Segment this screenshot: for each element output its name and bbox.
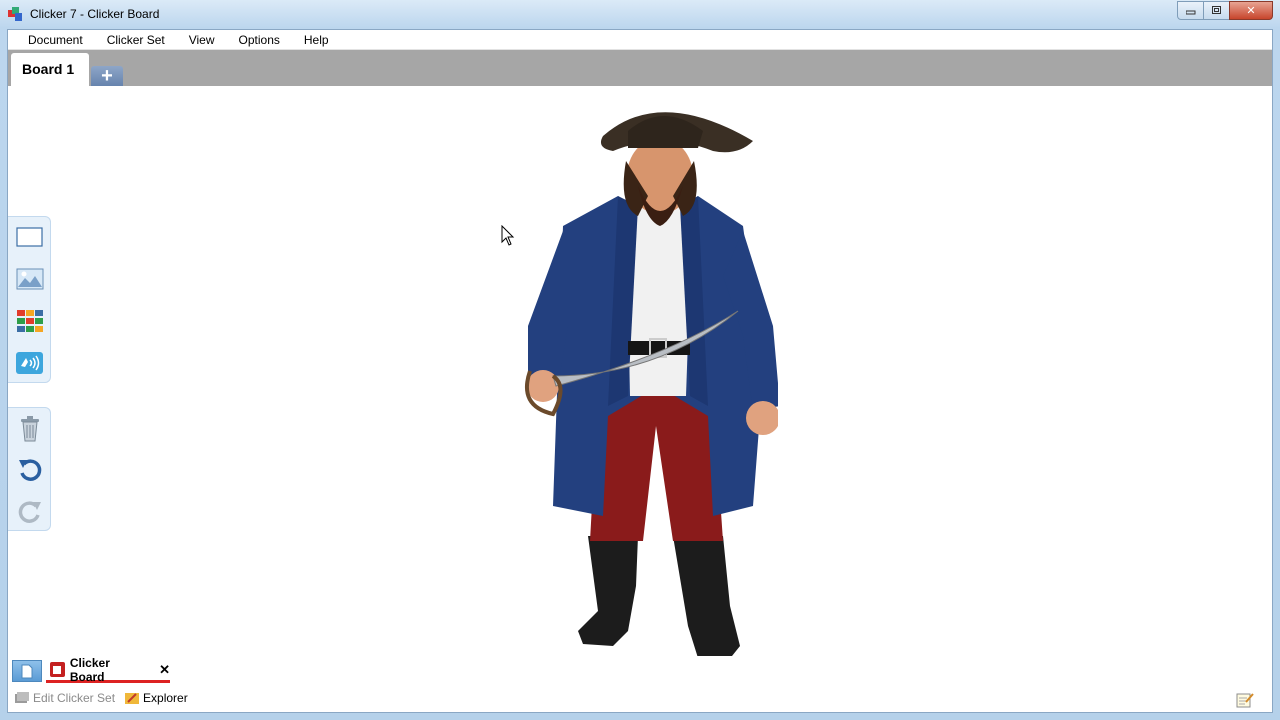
menu-document[interactable]: Document <box>16 30 95 50</box>
redo-button[interactable] <box>15 497 44 526</box>
menu-view[interactable]: View <box>177 30 227 50</box>
tool-panel-top <box>8 216 51 383</box>
menu-options[interactable]: Options <box>227 30 292 50</box>
mouse-cursor-icon <box>501 225 515 246</box>
board-tab-strip: Board 1 + <box>8 50 1272 87</box>
title-bar[interactable]: Clicker 7 - Clicker Board ✕ <box>0 0 1280 29</box>
sound-icon <box>16 351 43 374</box>
window-title: Clicker 7 - Clicker Board <box>30 7 160 21</box>
tab-board-1[interactable]: Board 1 <box>11 53 89 87</box>
document-tab-clicker-board[interactable]: Clicker Board ✕ <box>46 655 170 684</box>
edit-set-icon <box>15 692 29 703</box>
menu-help[interactable]: Help <box>292 30 341 50</box>
pirate-picture[interactable] <box>498 86 778 662</box>
undo-button[interactable] <box>15 455 44 484</box>
undo-icon <box>18 458 41 481</box>
edit-clicker-set-label: Edit Clicker Set <box>33 691 116 705</box>
close-icon: ✕ <box>1246 5 1256 17</box>
bottom-links: Edit Clicker Set Explorer <box>15 691 198 705</box>
close-document-icon[interactable]: ✕ <box>159 662 170 678</box>
minimize-button[interactable] <box>1177 1 1204 20</box>
sound-tool[interactable] <box>15 348 44 377</box>
document-bar: Clicker Board ✕ Edit Clicker Set Explore… <box>8 656 1272 712</box>
delete-button[interactable] <box>15 413 44 442</box>
document-tab-label: Clicker Board <box>69 655 110 684</box>
new-document-icon <box>21 664 33 678</box>
new-document-button[interactable] <box>12 660 42 682</box>
app-window: Clicker 7 - Clicker Board ✕ Document Cli… <box>0 0 1280 720</box>
redo-icon <box>18 500 41 523</box>
trash-icon <box>20 415 39 441</box>
menu-bar: Document Clicker Set View Options Help <box>8 30 1272 50</box>
tool-panel-bottom <box>8 407 51 531</box>
minimize-icon <box>1185 10 1195 14</box>
explorer-icon <box>125 693 140 704</box>
menu-clicker-set[interactable]: Clicker Set <box>95 30 177 50</box>
clicker-board-icon <box>50 662 65 677</box>
grid-icon <box>16 309 43 332</box>
blank-cell-tool[interactable] <box>15 222 44 251</box>
blank-cell-icon <box>16 226 43 247</box>
client-area: Document Clicker Set View Options Help B… <box>7 29 1273 713</box>
notes-icon[interactable] <box>1236 692 1254 708</box>
explorer-link[interactable]: Explorer <box>125 691 188 705</box>
picture-tool[interactable] <box>15 264 44 293</box>
picture-icon <box>16 268 43 289</box>
restore-button[interactable] <box>1203 1 1230 20</box>
edit-clicker-set-link[interactable]: Edit Clicker Set <box>15 691 115 705</box>
explorer-label: Explorer <box>143 691 188 705</box>
grid-tool[interactable] <box>15 306 44 335</box>
add-board-button[interactable]: + <box>91 66 123 86</box>
plus-icon: + <box>101 65 113 87</box>
app-icon <box>8 7 22 21</box>
close-button[interactable]: ✕ <box>1229 1 1273 20</box>
restore-icon <box>1211 6 1221 14</box>
